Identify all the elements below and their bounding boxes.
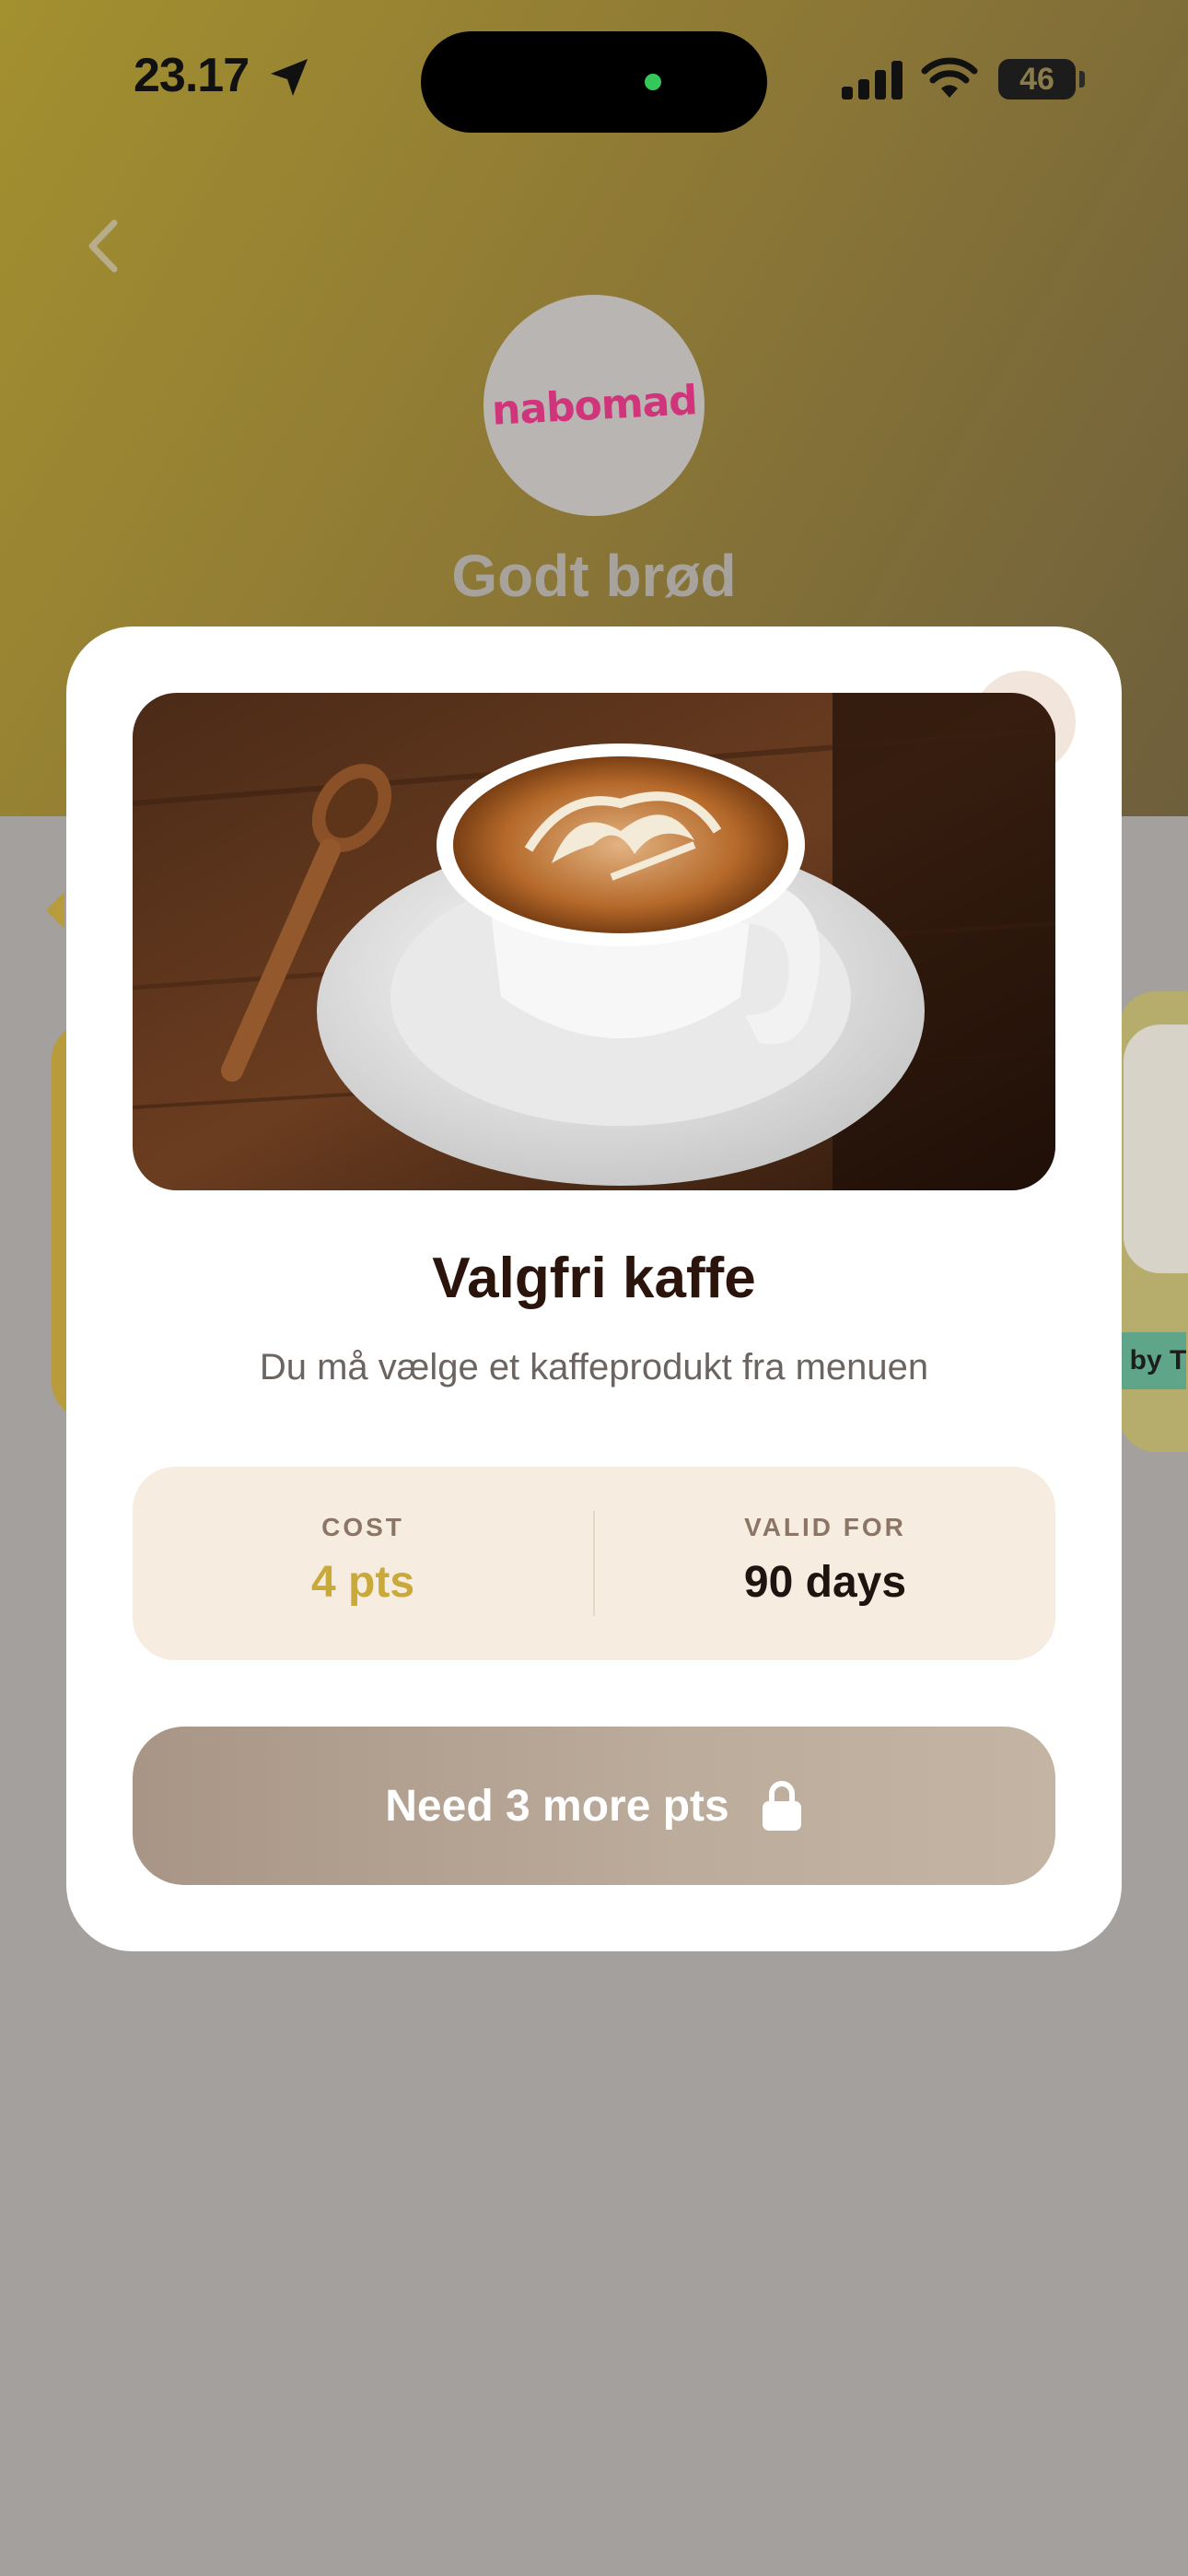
reward-title: Valgfri kaffe [432, 1247, 756, 1310]
camera-indicator-dot [645, 74, 661, 90]
battery-cap [1079, 71, 1085, 88]
redeem-button[interactable]: Need 3 more pts [133, 1727, 1055, 1885]
cellular-signal-icon [842, 61, 903, 100]
store-name: Godt brød [451, 543, 737, 609]
status-time: 23.17 [134, 49, 250, 102]
location-arrow-icon [271, 59, 308, 96]
redeem-button-label: Need 3 more pts [385, 1781, 729, 1831]
valid-for-value: 90 days [743, 1558, 907, 1607]
coffee-cup-image [133, 693, 1055, 1190]
dynamic-island [421, 31, 767, 133]
cost-value: 4 pts [310, 1558, 415, 1607]
reward-description: Du må vælge et kaffeprodukt fra menuen [259, 1347, 929, 1388]
store-logo: nabomad [483, 295, 705, 516]
store-logo-text: nabomad [490, 376, 698, 435]
cost-label: COST [321, 1513, 404, 1541]
battery-indicator: 46 [998, 59, 1076, 100]
back-button[interactable] [77, 216, 129, 276]
valid-for-label: VALID FOR [744, 1513, 906, 1541]
lock-icon [762, 1781, 801, 1831]
reward-card-next-image [1124, 1025, 1188, 1273]
wifi-icon [921, 57, 978, 98]
carousel-left-indicator [46, 892, 64, 929]
reward-image [133, 693, 1055, 1190]
